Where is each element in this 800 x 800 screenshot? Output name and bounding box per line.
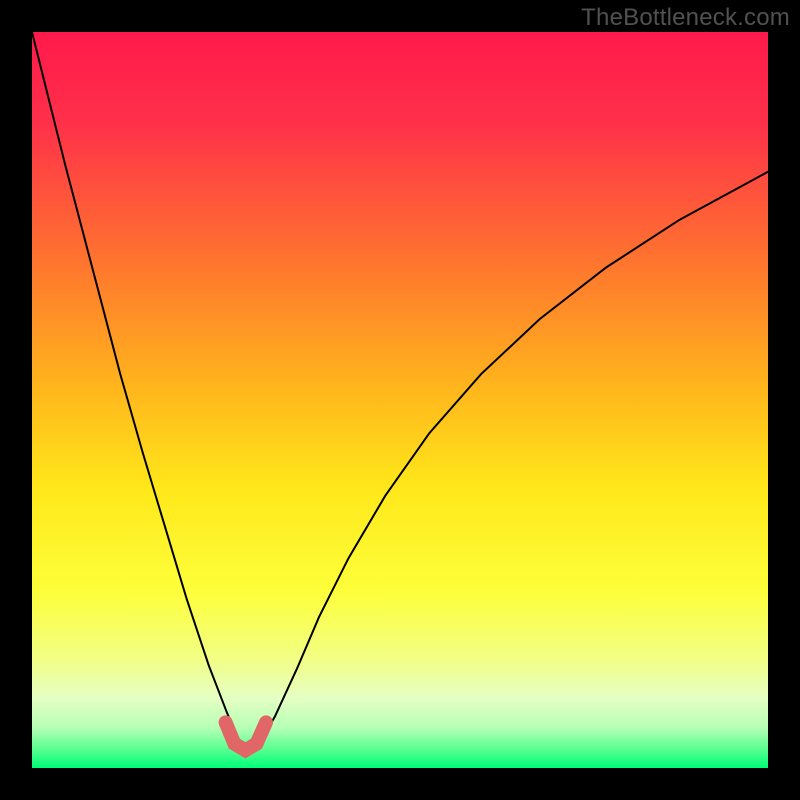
watermark-text: TheBottleneck.com: [581, 4, 790, 32]
chart-svg: [0, 0, 800, 800]
chart-container: TheBottleneck.com: [0, 0, 800, 800]
plot-background: [32, 32, 768, 768]
